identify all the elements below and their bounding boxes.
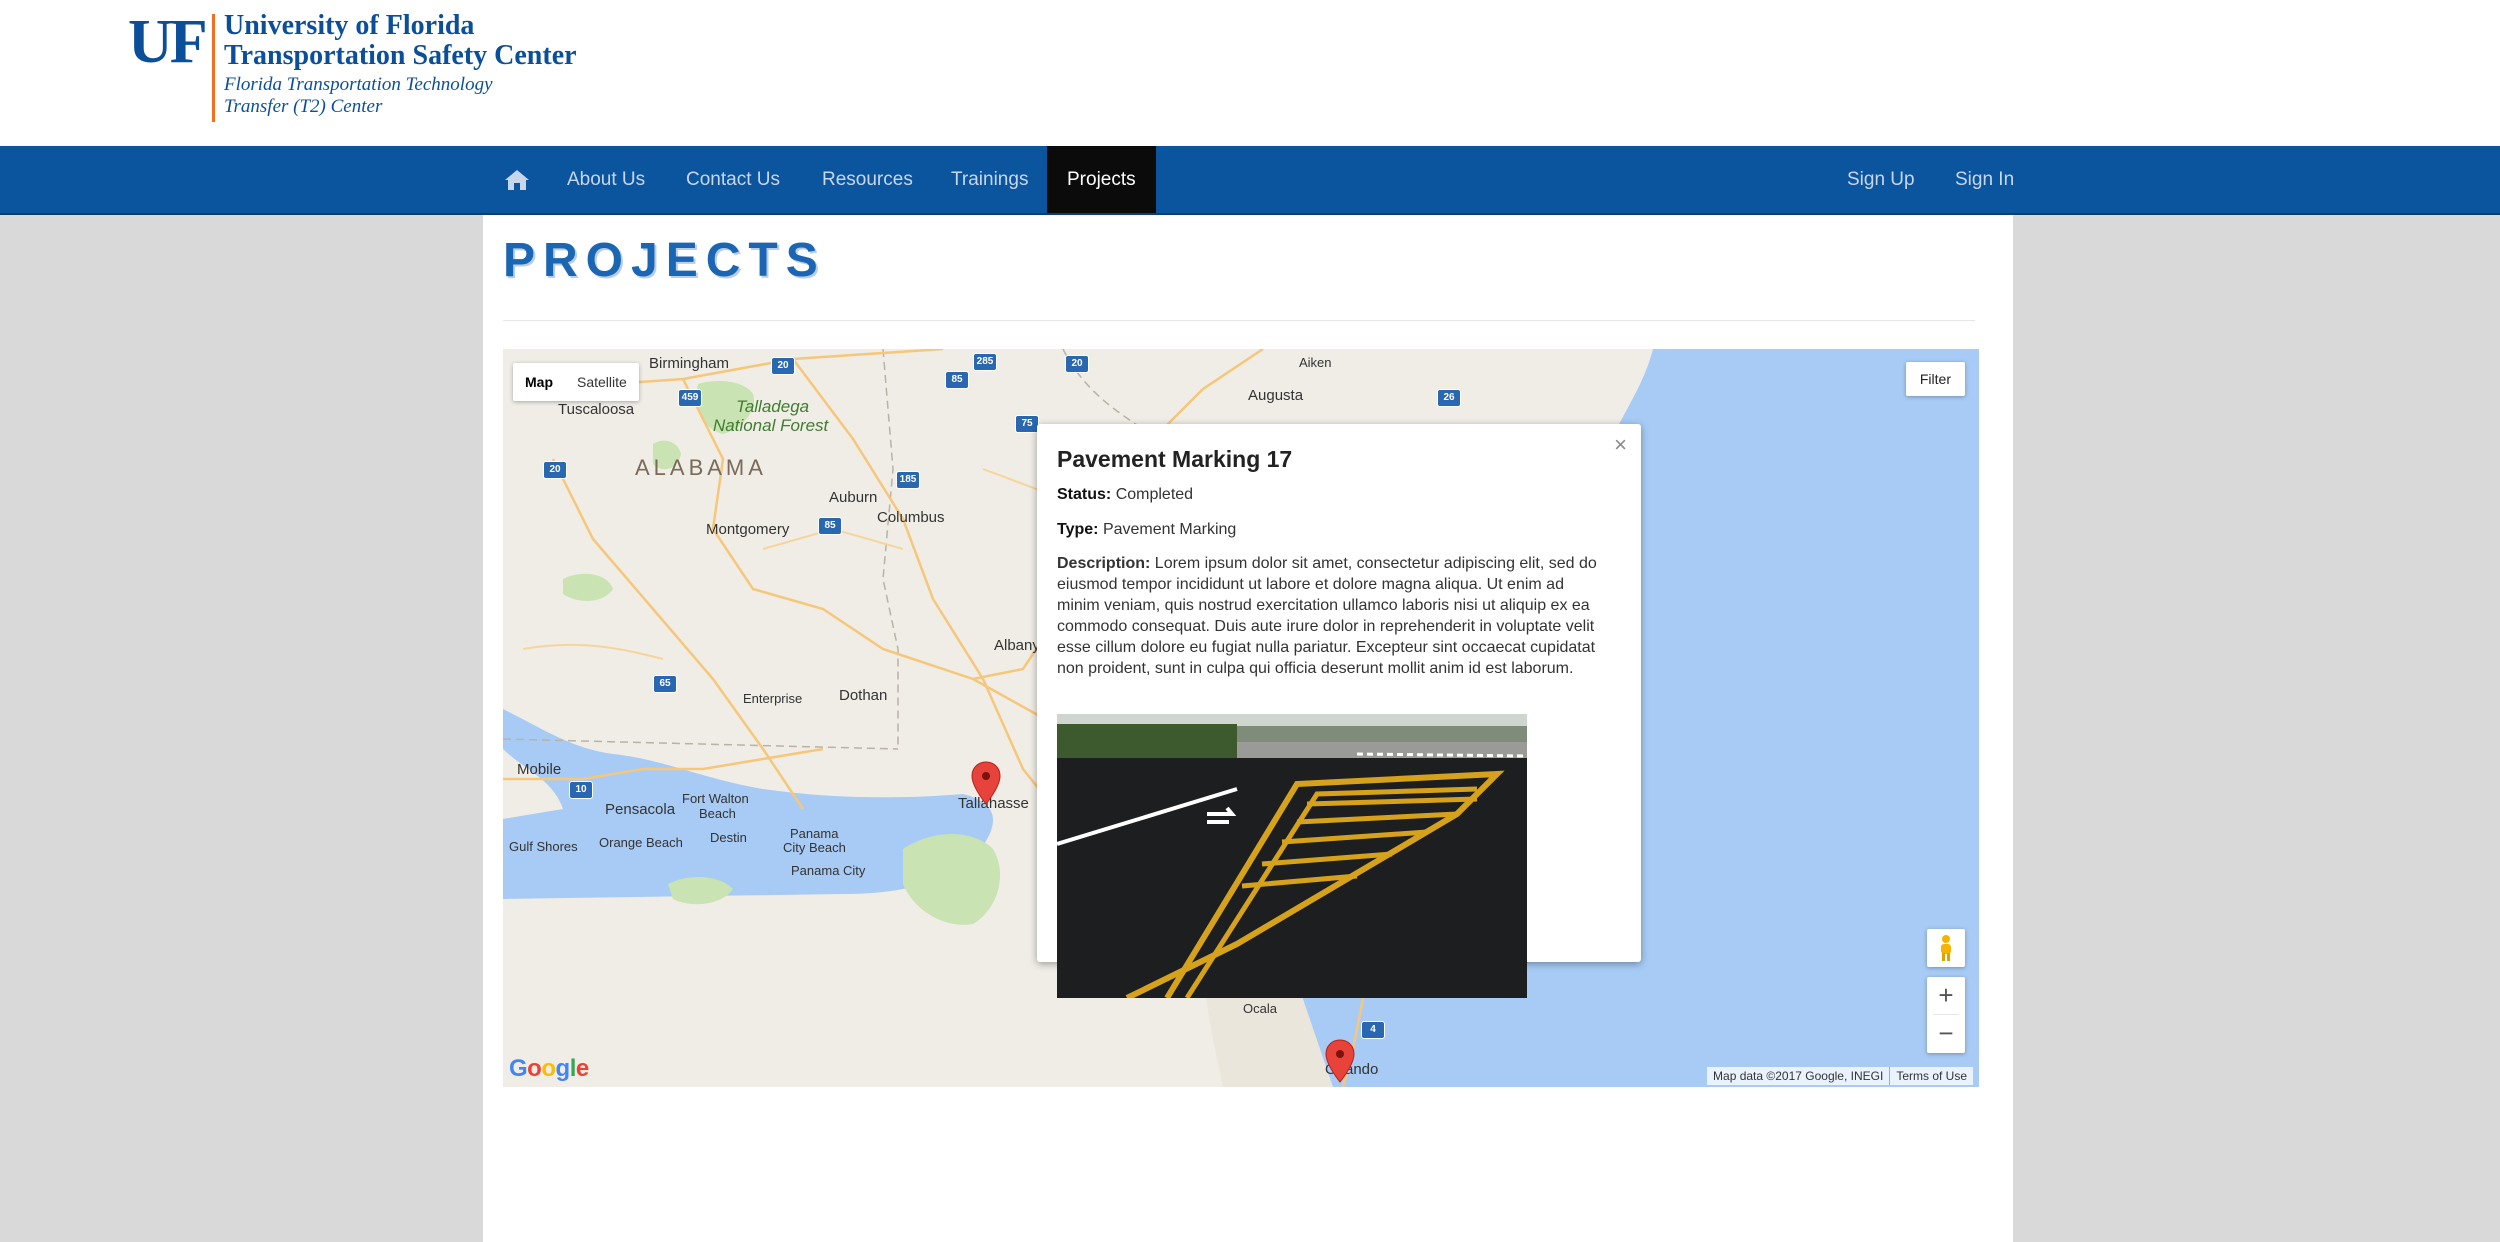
map-label-columbus: Columbus	[877, 509, 945, 526]
map-label-aiken: Aiken	[1299, 355, 1332, 370]
map-type-map-button[interactable]: Map	[513, 363, 565, 401]
map-label-alabama: ALABAMA	[635, 455, 767, 480]
interstate-shield-icon: 26	[1437, 389, 1461, 407]
map-label-panama: Panama	[790, 826, 839, 841]
project-title: Pavement Marking 17	[1057, 446, 1293, 472]
project-description: Description: Lorem ipsum dolor sit amet,…	[1057, 553, 1605, 679]
title-divider	[503, 320, 1975, 321]
project-type: Type: Pavement Marking	[1057, 521, 1236, 539]
map-type-satellite-button[interactable]: Satellite	[565, 363, 639, 401]
map-label-panama-city: Panama City	[791, 863, 866, 878]
zoom-out-button[interactable]: −	[1927, 1015, 1965, 1052]
project-info-window: × Pavement Marking 17 Status: Completed …	[1037, 424, 1641, 998]
interstate-shield-icon: 20	[771, 357, 795, 375]
map-label-pensacola: Pensacola	[605, 801, 676, 818]
map-type-control: Map Satellite	[513, 363, 639, 401]
map-label-talladega: Talladega	[736, 397, 810, 416]
map-label-gulf-shores: Gulf Shores	[509, 839, 578, 854]
logo-university: University of Florida	[224, 10, 475, 41]
interstate-shield-icon: 10	[569, 781, 593, 799]
map-label-augusta: Augusta	[1248, 387, 1304, 404]
nav-contact-us[interactable]: Contact Us	[686, 146, 780, 213]
pegman-icon	[1941, 935, 1951, 961]
street-view-pegman[interactable]	[1927, 929, 1965, 967]
interstate-shield-icon: 20	[1065, 355, 1089, 373]
nav-sign-up[interactable]: Sign Up	[1847, 146, 1915, 213]
uf-logo-mark: UF	[128, 8, 208, 76]
main-navbar: About Us Contact Us Resources Trainings …	[0, 146, 2500, 215]
nav-trainings[interactable]: Trainings	[951, 146, 1028, 213]
terms-of-use-link[interactable]: Terms of Use	[1889, 1067, 1973, 1085]
status-value: Completed	[1115, 486, 1194, 503]
interstate-shield-icon: 65	[653, 675, 677, 693]
interstate-shield-icon: 85	[818, 517, 842, 535]
interstate-shield-icon: 4	[1361, 1021, 1385, 1039]
map-label-ocala: Ocala	[1243, 1001, 1277, 1016]
zoom-in-button[interactable]: +	[1927, 977, 1965, 1014]
description-label: Description:	[1057, 555, 1151, 572]
map-data-credit: Map data ©2017 Google, INEGI	[1713, 1069, 1884, 1083]
interstate-shield-icon: 75	[1015, 415, 1039, 433]
map-label-tuscaloosa: Tuscaloosa	[558, 401, 635, 418]
nav-sign-in[interactable]: Sign In	[1955, 146, 2014, 213]
status-label: Status:	[1057, 486, 1112, 503]
logo-subtitle-2: Transfer (T2) Center	[224, 96, 383, 117]
map-label-dothan: Dothan	[839, 687, 888, 704]
interstate-shield-icon: 85	[945, 371, 969, 389]
map-label-enterprise: Enterprise	[743, 691, 803, 706]
map-attribution: Map data ©2017 Google, INEGI Terms of Us…	[1707, 1067, 1973, 1085]
logo-center: Transportation Safety Center	[224, 40, 577, 71]
project-status: Status: Completed	[1057, 486, 1193, 504]
nav-projects[interactable]: Projects	[1047, 146, 1156, 213]
map-label-birmingham: Birmingham	[649, 355, 730, 372]
interstate-shield-icon: 459	[678, 389, 702, 407]
zoom-control: + −	[1927, 977, 1965, 1053]
interstate-shield-icon: 185	[896, 471, 920, 489]
type-value: Pavement Marking	[1102, 521, 1237, 538]
map-label-national-forest: National Forest	[713, 416, 829, 435]
nav-about-us[interactable]: About Us	[567, 146, 645, 213]
interstate-shield-icon: 285	[973, 353, 997, 371]
map-label-fort-walton: Fort Walton	[682, 791, 749, 806]
map-label-beach: Beach	[699, 806, 736, 821]
filter-button[interactable]: Filter	[1905, 362, 1965, 396]
map-label-orange-beach: Orange Beach	[599, 835, 683, 850]
interstate-shield-icon: 20	[543, 461, 567, 479]
site-header: UF University of Florida Transportation …	[0, 0, 2500, 146]
logo-subtitle-1: Florida Transportation Technology	[224, 74, 493, 95]
uf-logo[interactable]: UF University of Florida Transportation …	[128, 8, 577, 126]
map-label-city-beach: City Beach	[783, 840, 846, 855]
description-value: Lorem ipsum dolor sit amet, consectetur …	[1057, 555, 1597, 677]
close-icon[interactable]: ×	[1614, 432, 1627, 458]
map-label-mobile: Mobile	[517, 761, 562, 778]
map-marker-icon[interactable]	[971, 761, 1001, 805]
google-logo[interactable]: Google	[509, 1055, 589, 1083]
content-panel: PROJECTS Birmingham Tuscaloosa Talladega…	[483, 215, 2013, 1242]
nav-resources[interactable]: Resources	[822, 146, 913, 213]
map-label-albany: Albany	[994, 637, 1040, 654]
map-label-auburn: Auburn	[829, 489, 878, 506]
page-title: PROJECTS	[503, 234, 826, 287]
logo-divider	[212, 14, 215, 122]
type-label: Type:	[1057, 521, 1099, 538]
projects-map[interactable]: Birmingham Tuscaloosa Talladega National…	[503, 349, 1979, 1087]
map-label-montgomery: Montgomery	[706, 521, 790, 538]
map-marker-icon[interactable]	[1325, 1039, 1355, 1083]
home-icon	[505, 169, 529, 190]
home-link[interactable]	[500, 146, 534, 213]
map-label-destin: Destin	[710, 830, 747, 845]
project-photo	[1057, 714, 1527, 998]
pavement-marking-photo	[1057, 714, 1527, 998]
